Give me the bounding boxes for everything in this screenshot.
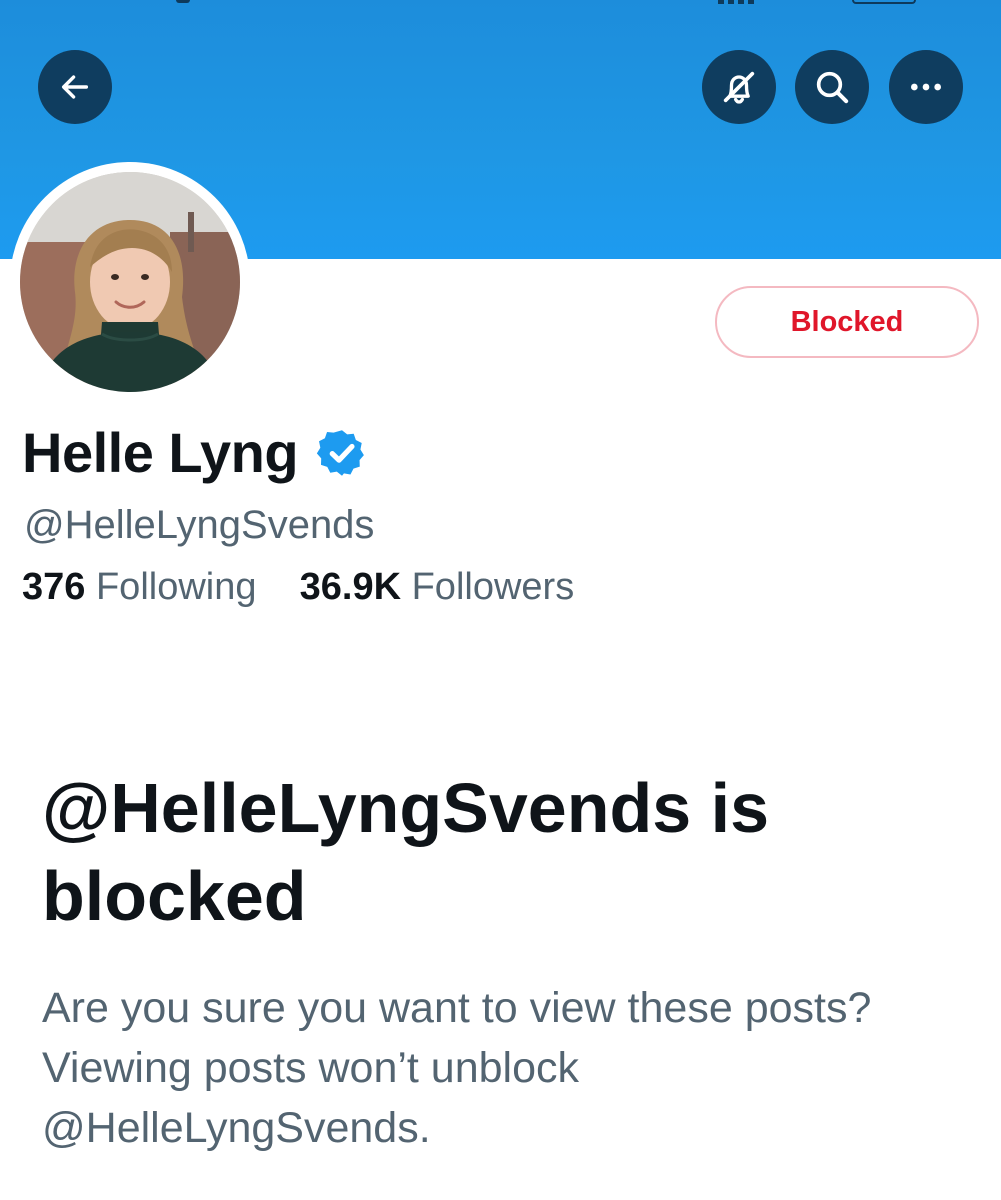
back-button[interactable] bbox=[38, 50, 112, 124]
avatar[interactable] bbox=[20, 172, 240, 392]
blocked-title: @HelleLyngSvends is blocked bbox=[42, 769, 770, 935]
blocked-description: Are you sure you want to view these post… bbox=[42, 984, 872, 1152]
followers-count: 36.9K bbox=[299, 566, 402, 608]
following-link[interactable]: 376 Following bbox=[22, 566, 267, 608]
blocked-button[interactable]: Blocked bbox=[715, 286, 979, 358]
search-button[interactable] bbox=[795, 50, 869, 124]
profile-page: Blocked Helle Lyng @HelleLyngSvends 376 … bbox=[0, 0, 1001, 1200]
notifications-off-icon bbox=[723, 71, 755, 104]
signal-icon bbox=[718, 0, 758, 4]
search-icon bbox=[816, 71, 849, 104]
status-bar bbox=[0, 0, 1001, 6]
battery-icon bbox=[852, 0, 916, 4]
more-horizontal-icon bbox=[911, 83, 941, 91]
notifications-off-button[interactable] bbox=[702, 50, 776, 124]
verified-badge-icon[interactable] bbox=[316, 427, 368, 479]
more-button[interactable] bbox=[889, 50, 963, 124]
arrow-left-icon bbox=[61, 75, 89, 99]
following-label: Following bbox=[95, 566, 257, 608]
following-count: 376 bbox=[22, 566, 86, 608]
profile-handle: @HelleLyngSvends bbox=[24, 503, 375, 547]
follow-stats: 376 Following 36.9K Followers bbox=[22, 566, 574, 609]
avatar-photo bbox=[20, 172, 240, 392]
followers-link[interactable]: 36.9K Followers bbox=[300, 566, 575, 608]
name-row: Helle Lyng bbox=[22, 420, 368, 485]
followers-label: Followers bbox=[411, 566, 575, 608]
display-name: Helle Lyng bbox=[22, 421, 299, 484]
status-indicator bbox=[176, 0, 190, 3]
